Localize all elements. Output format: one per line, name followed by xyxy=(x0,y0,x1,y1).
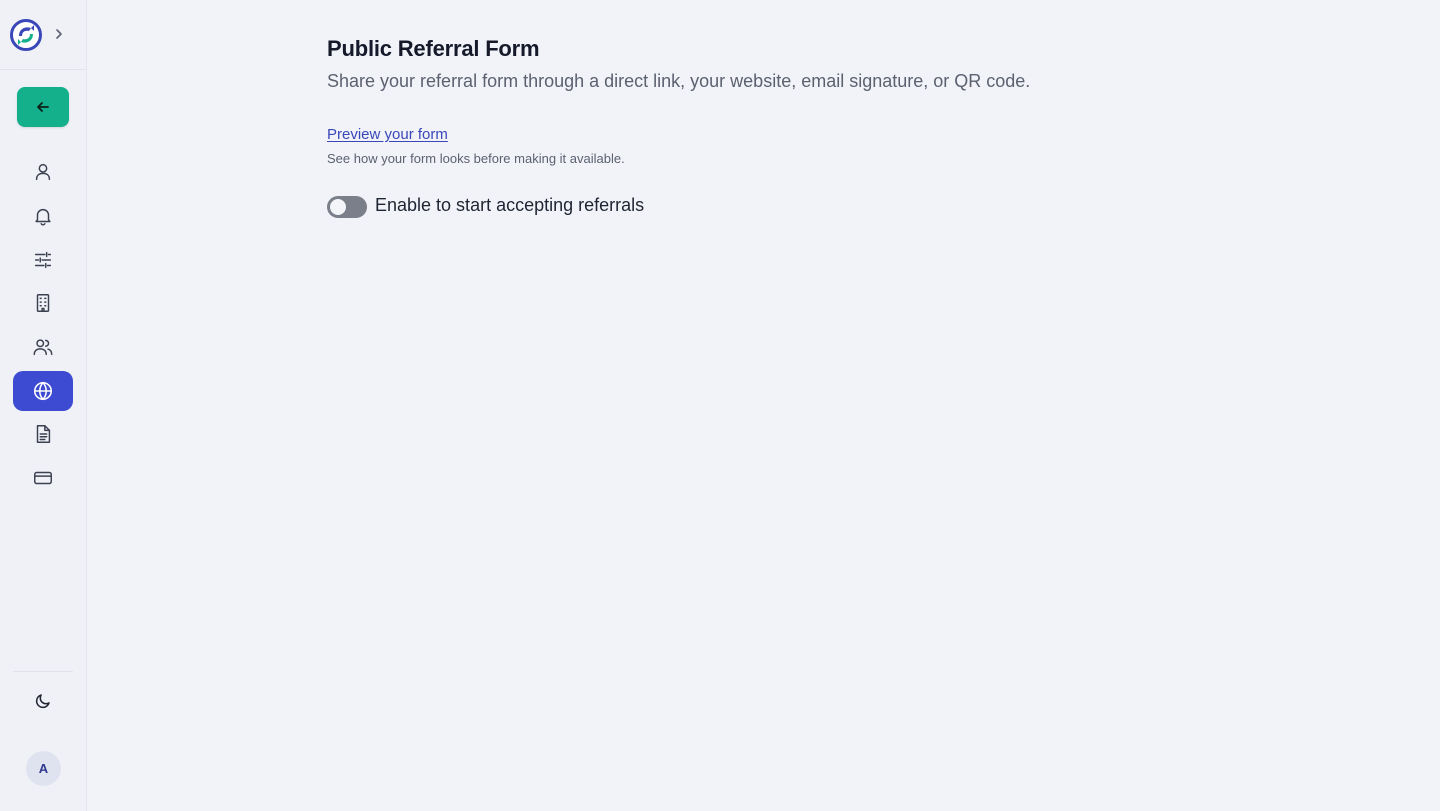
theme-toggle-button[interactable] xyxy=(28,686,58,716)
sidebar: A xyxy=(0,0,87,811)
chevron-right-icon[interactable] xyxy=(51,26,67,42)
sidebar-item-team[interactable] xyxy=(13,327,73,367)
sidebar-item-documents[interactable] xyxy=(13,414,73,454)
brand-logo-icon[interactable] xyxy=(10,19,42,51)
accept-referrals-label[interactable]: Enable to start accepting referrals xyxy=(375,195,644,216)
sidebar-item-profile[interactable] xyxy=(13,152,73,192)
preview-form-help-text: See how your form looks before making it… xyxy=(327,151,625,166)
user-icon xyxy=(35,163,51,181)
accept-referrals-toggle[interactable] xyxy=(327,196,367,218)
arrow-left-icon xyxy=(37,102,49,112)
credit-card-icon xyxy=(34,471,52,485)
sidebar-brand xyxy=(0,0,87,70)
bell-icon xyxy=(35,208,51,226)
back-button[interactable] xyxy=(17,87,69,127)
sidebar-item-organization[interactable] xyxy=(13,283,73,323)
sidebar-item-notifications[interactable] xyxy=(13,196,73,236)
main-content: Public Referral Form Share your referral… xyxy=(327,0,1440,811)
sidebar-item-billing[interactable] xyxy=(13,458,73,498)
users-icon xyxy=(33,339,53,356)
sidebar-item-referral-form[interactable] xyxy=(13,371,73,411)
toggle-knob xyxy=(330,199,346,215)
globe-icon xyxy=(33,381,53,401)
page-title: Public Referral Form xyxy=(327,36,540,61)
sliders-icon xyxy=(34,251,52,269)
page-subtitle: Share your referral form through a direc… xyxy=(327,71,1031,91)
sidebar-item-preferences[interactable] xyxy=(13,240,73,280)
sidebar-divider xyxy=(13,671,73,672)
moon-icon xyxy=(35,694,50,709)
avatar[interactable]: A xyxy=(26,751,61,786)
building-icon xyxy=(36,294,50,312)
preview-form-link[interactable]: Preview your form xyxy=(327,126,448,143)
document-icon xyxy=(36,425,51,443)
